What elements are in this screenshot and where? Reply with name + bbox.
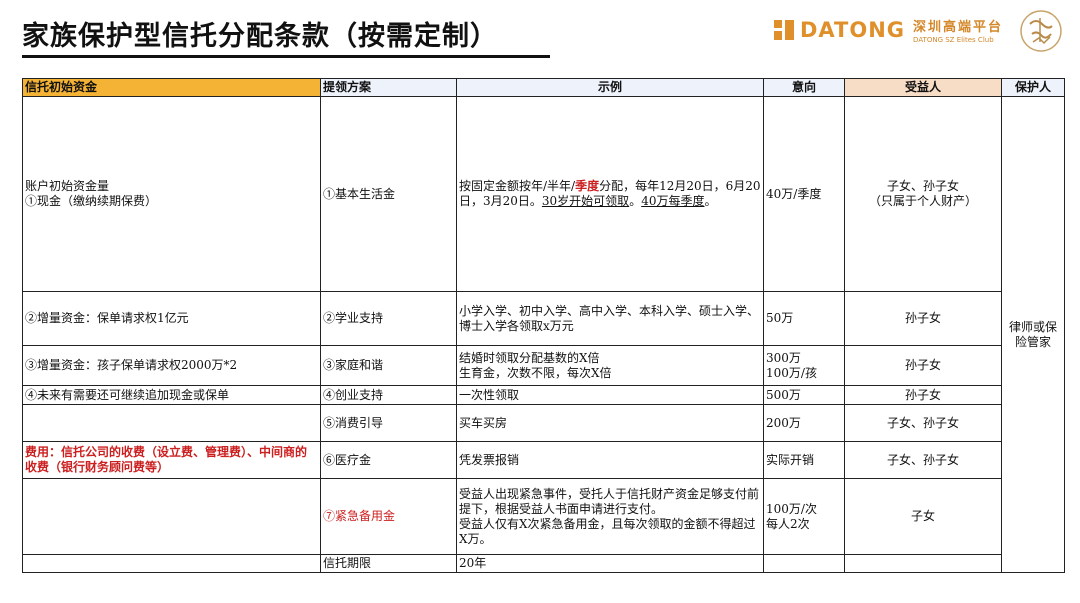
intent-line: 100万/孩: [766, 365, 817, 380]
example-cell: 结婚时领取分配基数的X倍 生育金，次数不限，每次X倍: [456, 345, 764, 386]
protector-cell: 律师或保险管家: [1001, 96, 1065, 573]
example-underline: 40万每季度: [641, 194, 705, 208]
beneficiary-line: 子女、孙子女: [886, 179, 959, 193]
plan-cell: ④创业支持: [320, 385, 457, 405]
asset-cell: [22, 404, 321, 442]
table-row: 信托期限 20年: [22, 554, 1065, 573]
plan-cell-emergency: ⑦紧急备用金: [320, 478, 457, 555]
example-cell: 按固定金额按年/半年/季度分配，每年12月20日，6月20日，3月20日。30岁…: [456, 96, 764, 292]
asset-cell: ②增量资金：保单请求权1亿元: [22, 291, 321, 346]
beneficiary-cell: 子女、孙子女 （只属于个人财产）: [844, 96, 1002, 292]
brand-subtitle: 深圳高端平台 DATONG SZ Elites Club: [913, 16, 1003, 44]
intent-cell: 40万/季度: [763, 96, 845, 292]
header-plan: 提领方案: [320, 78, 457, 97]
table-row: ②增量资金：保单请求权1亿元 ②学业支持 小学入学、初中入学、高中入学、本科入学…: [22, 291, 1065, 346]
example-highlight: 季度: [575, 179, 600, 193]
asset-cell: ④未来有需要还可继续追加现金或保单: [22, 385, 321, 405]
asset-cell: 账户初始资金量 ①现金（缴纳续期保费）: [22, 96, 321, 292]
asset-cell: [22, 554, 321, 573]
example-cell: 受益人出现紧急事件，受托人于信托财产资金足够支付前提下，根据受益人书面申请进行支…: [456, 478, 764, 555]
example-line: 生育金，次数不限，每次X倍: [459, 365, 612, 380]
plan-cell: ⑤消费引导: [320, 404, 457, 442]
beneficiary-cell: [844, 554, 1002, 573]
plan-cell: 信托期限: [320, 554, 457, 573]
brand-en: DATONG SZ Elites Club: [913, 36, 994, 44]
intent-line: 每人2次: [766, 516, 810, 531]
beneficiary-cell: 子女、孙子女: [844, 441, 1002, 479]
example-text: 按固定金额按年/半年/: [459, 179, 576, 193]
asset-line: ①现金（缴纳续期保费）: [25, 194, 158, 208]
example-cell: 凭发票报销: [456, 441, 764, 479]
intent-cell: 100万/次 每人2次: [763, 478, 845, 555]
asset-cell: [22, 478, 321, 555]
plan-cell: ⑥医疗金: [320, 441, 457, 479]
intent-cell: [763, 554, 845, 573]
intent-line: 100万/次: [766, 501, 817, 516]
example-underline: 30岁开始可领取: [541, 194, 630, 208]
beneficiary-cell: 孙子女: [844, 345, 1002, 386]
plan-cell: ①基本生活金: [320, 96, 457, 292]
example-cell: 小学入学、初中入学、高中入学、本科入学、硕士入学、博士入学各领取x万元: [456, 291, 764, 346]
beneficiary-cell: 子女、孙子女: [844, 404, 1002, 442]
intent-cell: 300万 100万/孩: [763, 345, 845, 386]
header-beneficiary: 受益人: [844, 78, 1002, 97]
intent-cell: 50万: [763, 291, 845, 346]
table-row: 账户初始资金量 ①现金（缴纳续期保费） ①基本生活金 按固定金额按年/半年/季度…: [22, 96, 1065, 573]
page-title: 家族保护型信托分配条款（按需定制）: [22, 21, 498, 52]
plan-cell: ②学业支持: [320, 291, 457, 346]
datong-logo-icon: [774, 20, 794, 40]
example-cell: 20年: [456, 554, 764, 573]
beneficiary-cell: 孙子女: [844, 291, 1002, 346]
header-example: 示例: [456, 78, 764, 97]
table-row: ④未来有需要还可继续追加现金或保单 ④创业支持 一次性领取 500万 孙子女: [22, 385, 1065, 405]
table-row: ⑤消费引导 买车买房 200万 子女、孙子女: [22, 404, 1065, 442]
trust-terms-table: 信托初始资金 提领方案 示例 意向 受益人 保护人 账户初始资金量 ①现金（缴纳…: [22, 78, 1065, 573]
example-text: 。: [704, 194, 717, 208]
table-row: 费用：信托公司的收费（设立费、管理费）、中间商的收费（银行财务顾问费等） ⑥医疗…: [22, 441, 1065, 479]
intent-cell: 500万: [763, 385, 845, 405]
header-asset: 信托初始资金: [22, 78, 321, 97]
example-line: 受益人出现紧急事件，受托人于信托财产资金足够支付前提下，根据受益人书面申请进行支…: [459, 486, 760, 516]
beneficiary-cell: 孙子女: [844, 385, 1002, 405]
brand-name: DATONG: [800, 18, 906, 42]
header-protector: 保护人: [1001, 78, 1065, 97]
table-row: ③增量资金：孩子保单请求权2000万*2 ③家庭和谐 结婚时领取分配基数的X倍 …: [22, 345, 1065, 386]
table-row: ⑦紧急备用金 受益人出现紧急事件，受托人于信托财产资金足够支付前提下，根据受益人…: [22, 478, 1065, 555]
example-line: 结婚时领取分配基数的X倍: [459, 350, 600, 365]
example-cell: 买车买房: [456, 404, 764, 442]
plan-cell: ③家庭和谐: [320, 345, 457, 386]
asset-cell-fees: 费用：信托公司的收费（设立费、管理费）、中间商的收费（银行财务顾问费等）: [22, 441, 321, 479]
brand-logo: DATONG 深圳高端平台 DATONG SZ Elites Club: [774, 16, 1003, 44]
intent-cell: 200万: [763, 404, 845, 442]
brand-cn: 深圳高端平台: [913, 20, 1004, 35]
beneficiary-cell: 子女: [844, 478, 1002, 555]
asset-cell: ③增量资金：孩子保单请求权2000万*2: [22, 345, 321, 386]
beneficiary-line: （只属于个人财产）: [868, 194, 977, 208]
calligraphy-seal-icon: [1018, 8, 1064, 54]
asset-line: 账户初始资金量: [25, 179, 110, 193]
table-header-row: 信托初始资金 提领方案 示例 意向 受益人 保护人: [22, 78, 1065, 97]
title-underline: [22, 55, 550, 58]
header-intent: 意向: [763, 78, 845, 97]
intent-line: 300万: [766, 350, 801, 365]
intent-cell: 实际开销: [763, 441, 845, 479]
example-text: 。: [629, 194, 642, 208]
example-cell: 一次性领取: [456, 385, 764, 405]
example-line: 受益人仅有X次紧急备用金，且每次领取的金额不得超过X万。: [459, 516, 756, 546]
